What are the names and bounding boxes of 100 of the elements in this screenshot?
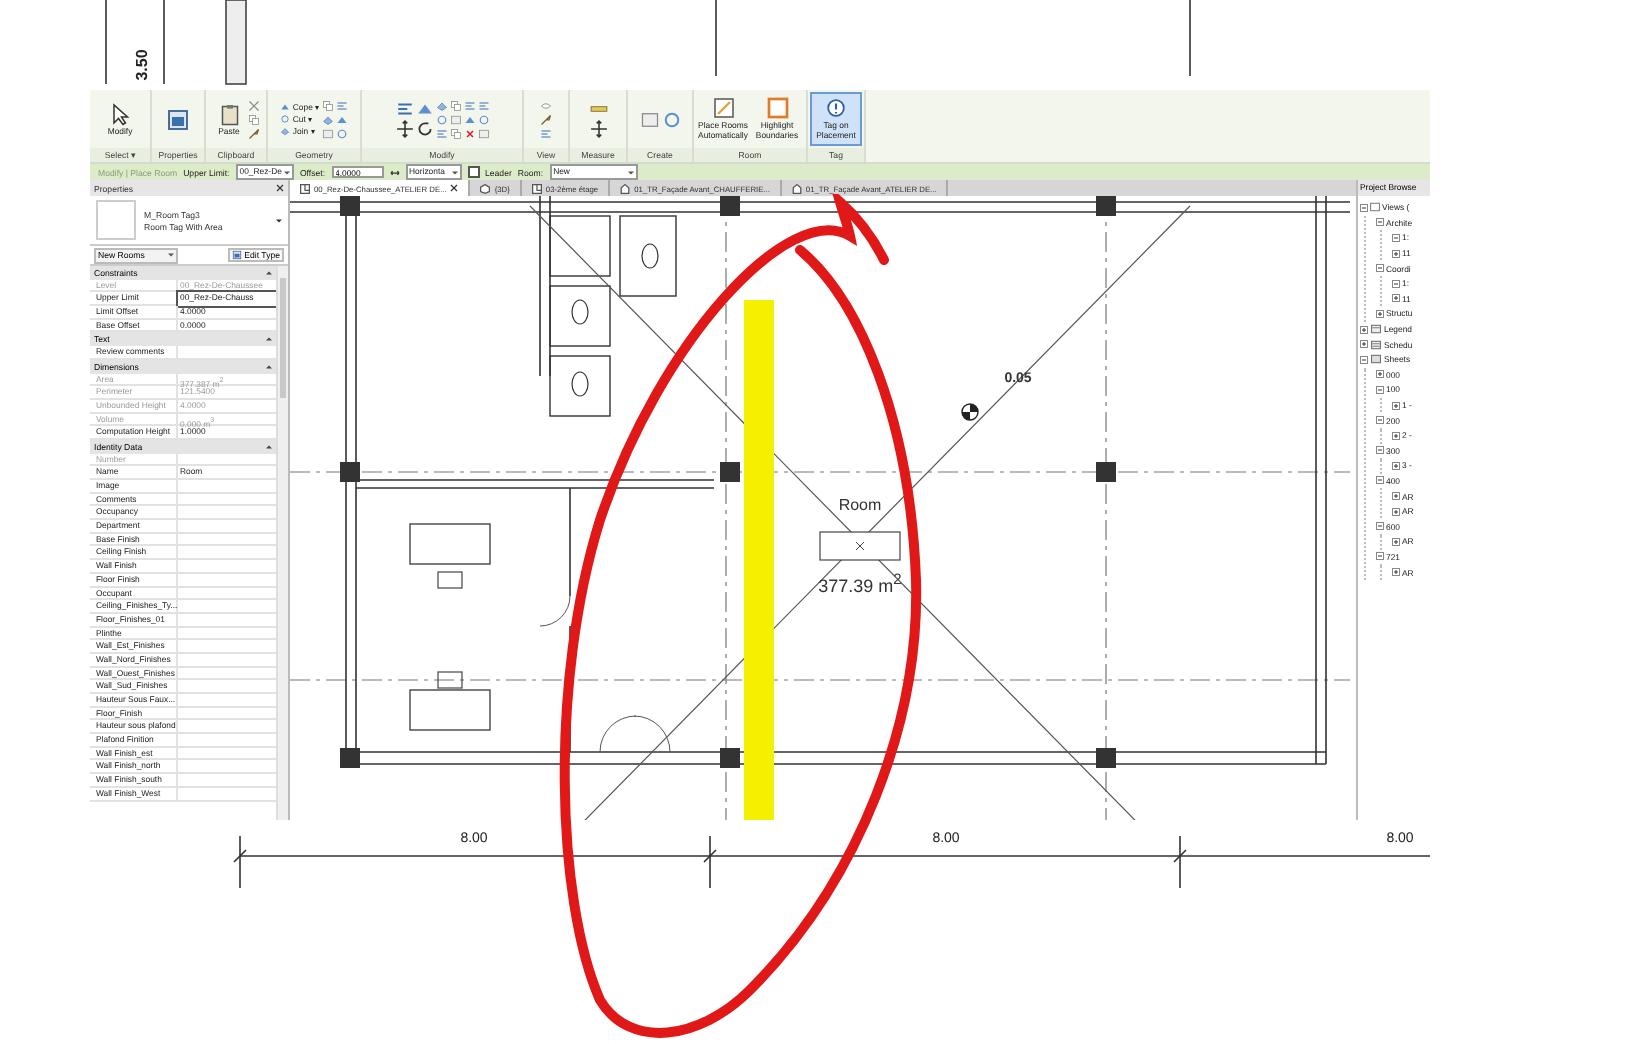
circle-icon: [477, 113, 489, 125]
triangle-icon: [415, 100, 433, 118]
triangle-icon: [280, 102, 291, 112]
expand-icon[interactable]: [1392, 492, 1400, 501]
diamond-tool[interactable]: [435, 99, 447, 111]
lines-icon: [435, 127, 447, 139]
lines-icon: [335, 99, 348, 111]
copy-tool[interactable]: [449, 127, 461, 139]
tag-icon: [824, 96, 848, 121]
lines-tool[interactable]: [335, 99, 348, 111]
triangle-tool[interactable]: [335, 113, 348, 125]
copy-tool[interactable]: [321, 99, 334, 111]
cursor-arrow-icon: [108, 101, 132, 126]
caret-icon: [168, 252, 175, 258]
box-icon: [477, 127, 489, 139]
expand-icon[interactable]: [1392, 461, 1400, 470]
expand-icon[interactable]: [1392, 431, 1400, 440]
ruler-icon: [589, 100, 607, 118]
collapse-icon[interactable]: [1392, 279, 1400, 288]
collapse-icon[interactable]: [1376, 264, 1384, 273]
circle-tool[interactable]: [435, 113, 447, 125]
legend-icon: [1370, 324, 1382, 335]
expand-icon[interactable]: [1376, 370, 1384, 379]
collapse-icon[interactable]: [1392, 233, 1400, 242]
circle-icon: [280, 114, 291, 124]
collapse-icon[interactable]: [1376, 446, 1384, 455]
clipboard-icon: [217, 101, 241, 126]
circle-icon: [335, 127, 348, 139]
expand-icon[interactable]: [1360, 325, 1368, 334]
collapse-icon[interactable]: [1376, 552, 1384, 561]
delete-tool[interactable]: [463, 127, 475, 139]
brush-tool[interactable]: [540, 113, 552, 125]
expand-icon[interactable]: [1392, 249, 1400, 258]
room-name: Room: [838, 496, 882, 514]
scrollbar-thumb[interactable]: [280, 278, 286, 398]
collapse-icon[interactable]: [1376, 476, 1384, 485]
move-arrows-icon: [589, 120, 607, 138]
lines-icon: [540, 127, 552, 139]
lines-tool[interactable]: [463, 99, 475, 111]
caret-icon: [627, 169, 634, 175]
collapse-icon[interactable]: [1376, 522, 1384, 531]
circle-tool[interactable]: [661, 109, 681, 129]
expand-icon[interactable]: [1360, 340, 1368, 349]
close-icon[interactable]: [276, 184, 284, 192]
eye-tool[interactable]: [540, 99, 552, 111]
sheets-icon: [1370, 354, 1382, 365]
collapse-icon[interactable]: [1360, 355, 1368, 364]
close-icon[interactable]: [450, 184, 459, 192]
expand-icon[interactable]: [1392, 401, 1400, 410]
orientation-icon: [389, 167, 400, 177]
expand-icon[interactable]: [1392, 294, 1400, 303]
copy-tool[interactable]: [449, 99, 461, 111]
collapse-icon[interactable]: [1360, 203, 1368, 212]
expand-icon[interactable]: [1392, 507, 1400, 516]
collapse-icon[interactable]: [1376, 385, 1384, 394]
rotate-tool[interactable]: [415, 120, 433, 138]
diamond-icon: [321, 113, 334, 125]
copy-icon: [449, 127, 461, 139]
box-tool[interactable]: [321, 127, 334, 139]
box-tool[interactable]: [449, 113, 461, 125]
triangle-icon: [463, 113, 475, 125]
box-tool[interactable]: [477, 127, 489, 139]
brush-icon: [247, 127, 259, 139]
room-icon: [711, 96, 735, 121]
eye-icon: [540, 99, 552, 111]
brush-tool[interactable]: [247, 127, 259, 139]
scissors-icon: [247, 99, 259, 111]
box-tool[interactable]: [639, 109, 659, 129]
scissors-tool[interactable]: [247, 99, 259, 111]
type-preview: [96, 200, 136, 240]
views-icon: [1370, 202, 1380, 213]
lines-tool[interactable]: [395, 100, 413, 118]
copy-icon: [321, 99, 334, 111]
copy-tool[interactable]: [247, 113, 259, 125]
triangle-icon: [335, 113, 348, 125]
lines-tool[interactable]: [435, 127, 447, 139]
expand-icon[interactable]: [1392, 568, 1400, 577]
leader-checkbox[interactable]: [467, 166, 480, 178]
expand-icon[interactable]: [1376, 309, 1384, 318]
collapse-icon[interactable]: [1376, 218, 1384, 227]
triangle-tool[interactable]: [463, 113, 475, 125]
expand-icon[interactable]: [1392, 537, 1400, 546]
diamond-icon: [280, 126, 291, 136]
caret-icon: [451, 169, 458, 175]
lines-tool[interactable]: [477, 99, 489, 111]
square-outline-icon: [765, 96, 789, 121]
dimension-text: 3.50: [132, 49, 151, 81]
box-icon: [449, 113, 461, 125]
move-arrows-tool[interactable]: [395, 120, 413, 138]
diamond-tool[interactable]: [321, 113, 334, 125]
caret-icon[interactable]: [276, 217, 282, 223]
caret-icon: [283, 169, 290, 175]
move-arrows-tool[interactable]: [589, 120, 607, 138]
circle-tool[interactable]: [477, 113, 489, 125]
circle-icon: [435, 113, 447, 125]
collapse-icon[interactable]: [1376, 416, 1384, 425]
properties-icon: [166, 107, 190, 131]
box-icon: [639, 109, 659, 129]
circle-tool[interactable]: [335, 127, 348, 139]
properties-icon: [232, 250, 243, 260]
